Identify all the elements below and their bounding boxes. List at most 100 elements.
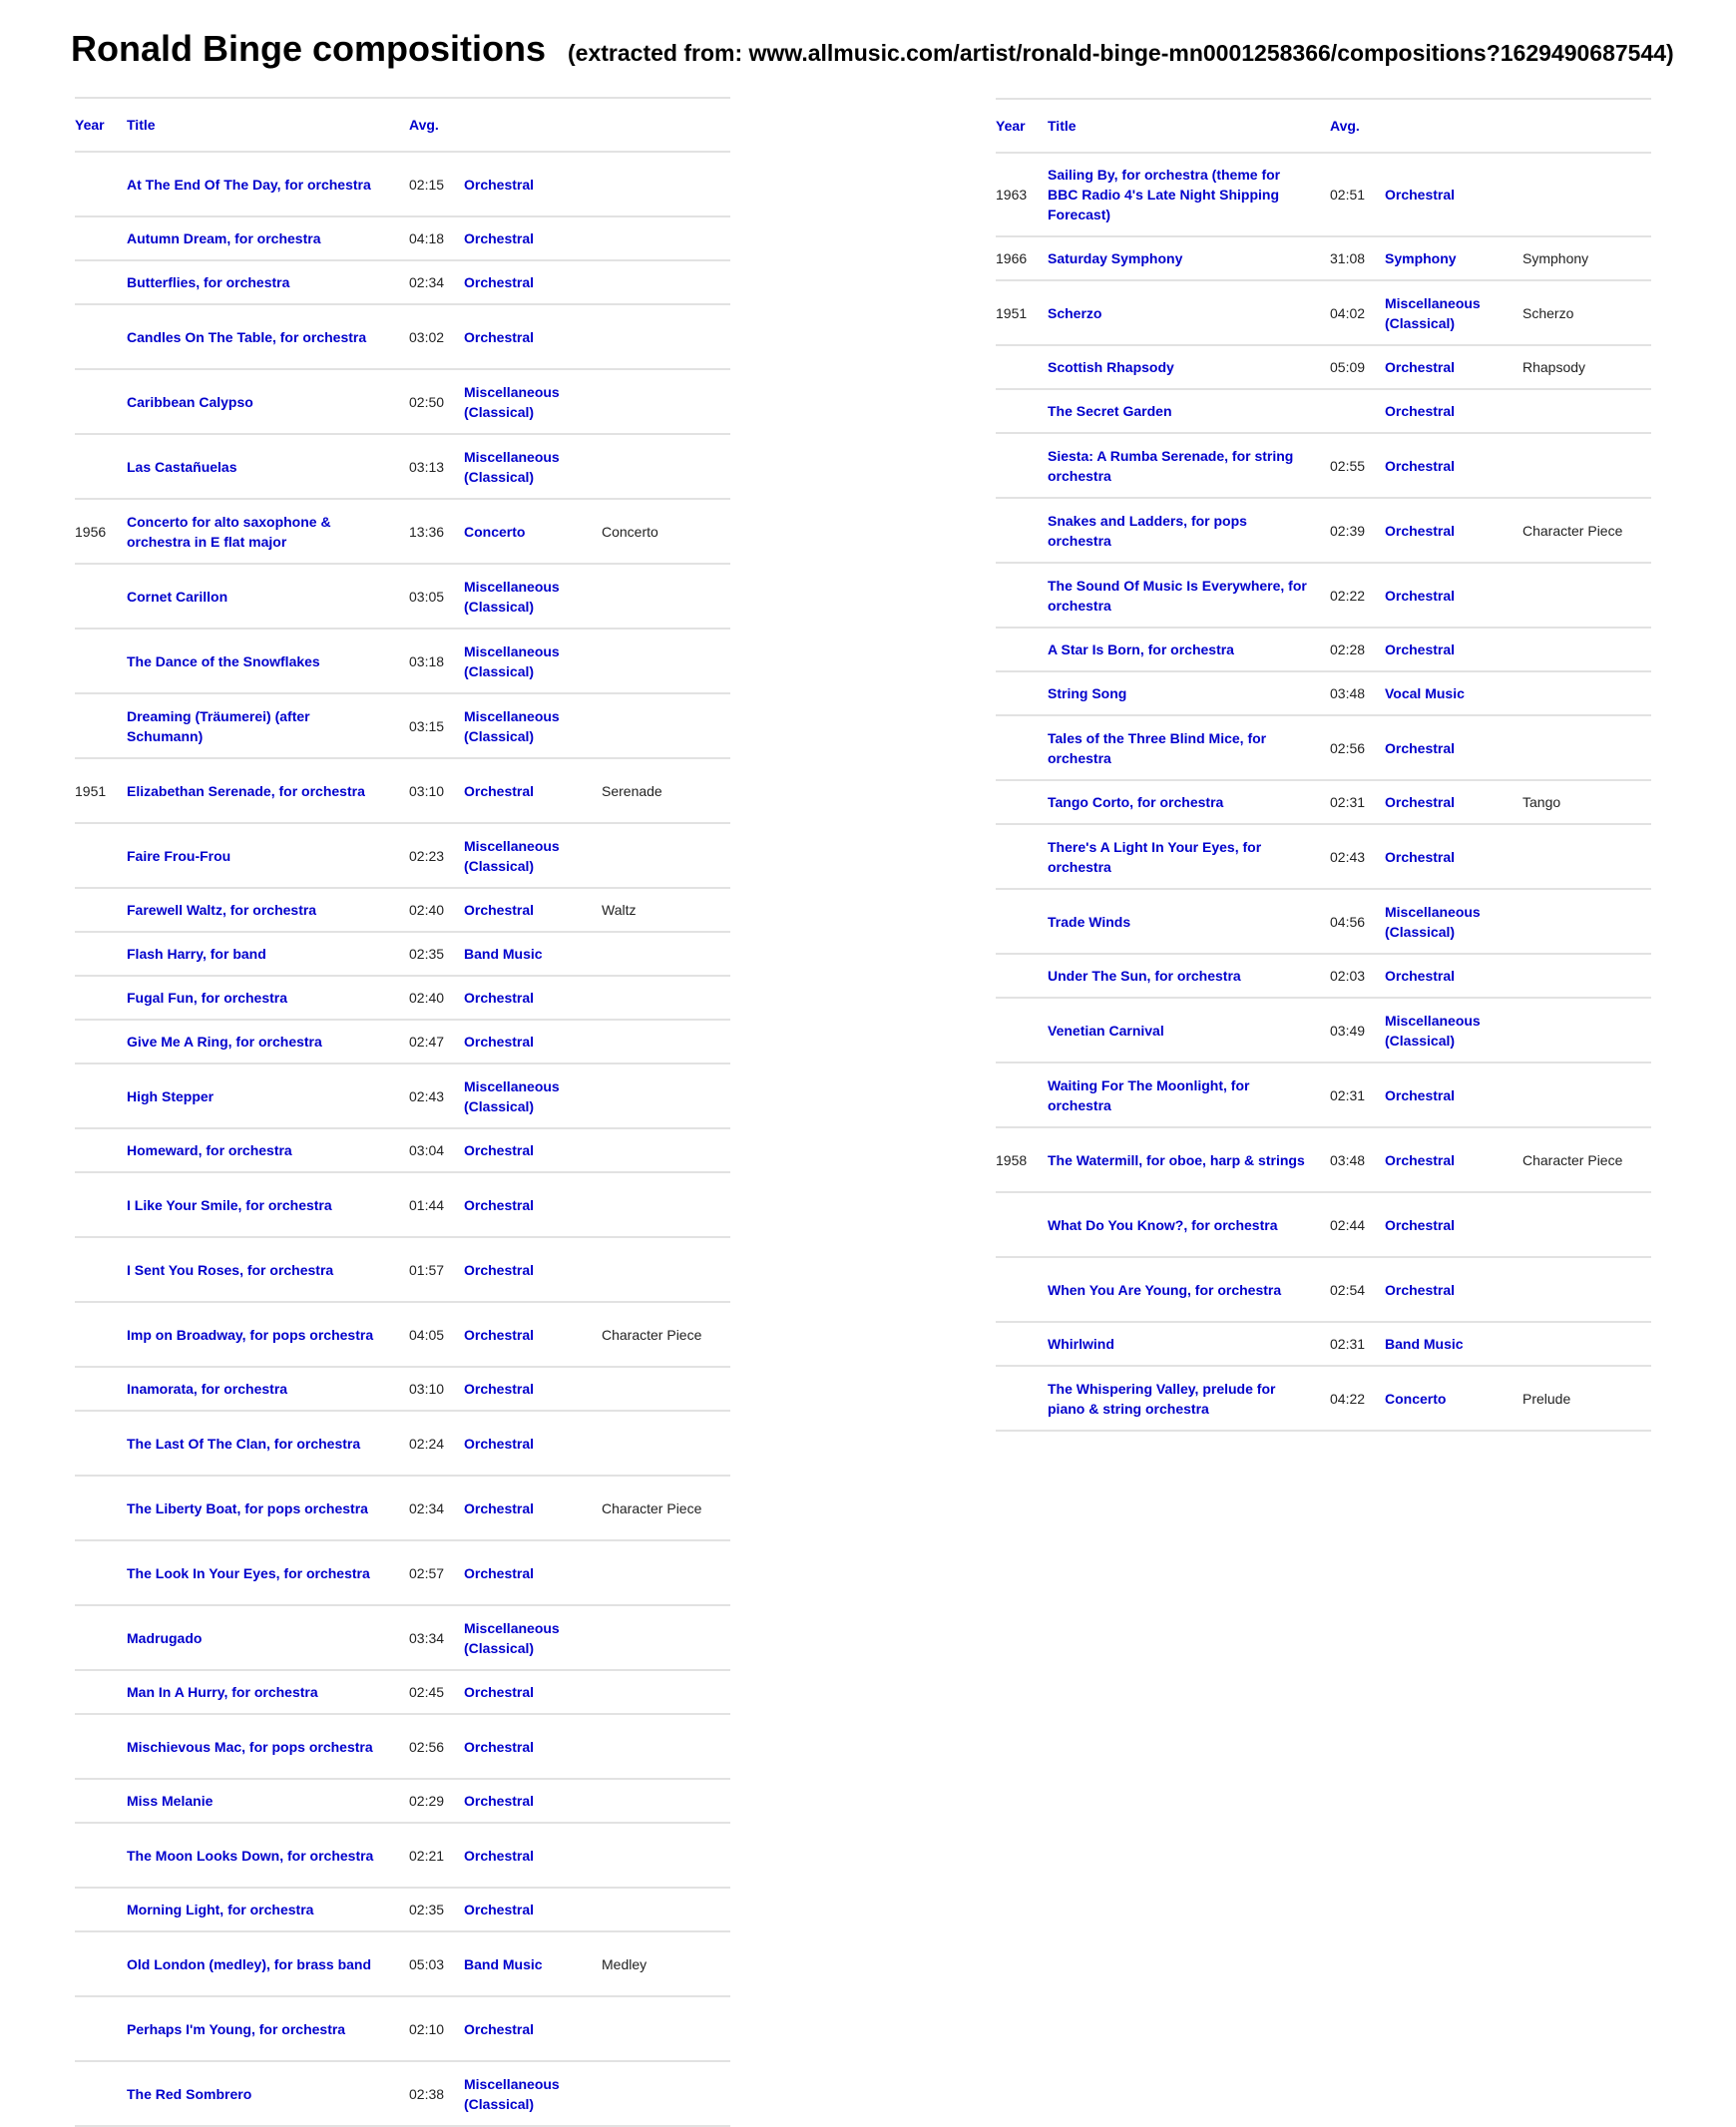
- composition-title-link[interactable]: Morning Light, for orchestra: [127, 1902, 313, 1917]
- composition-title-link[interactable]: Farewell Waltz, for orchestra: [127, 902, 316, 918]
- genre-link[interactable]: Miscellaneous (Classical): [464, 708, 560, 744]
- composition-title-link[interactable]: The Liberty Boat, for pops orchestra: [127, 1500, 368, 1516]
- genre-link[interactable]: Concerto: [1385, 1391, 1446, 1407]
- genre-link[interactable]: Vocal Music: [1385, 685, 1465, 701]
- genre-link[interactable]: Orchestral: [1385, 523, 1455, 539]
- sort-avg-link[interactable]: Avg.: [409, 117, 439, 133]
- genre-link[interactable]: Orchestral: [1385, 794, 1455, 810]
- composition-title-link[interactable]: Las Castañuelas: [127, 459, 237, 475]
- genre-link[interactable]: Orchestral: [1385, 1152, 1455, 1168]
- composition-title-link[interactable]: Sailing By, for orchestra (theme for BBC…: [1048, 167, 1280, 222]
- composition-title-link[interactable]: The Moon Looks Down, for orchestra: [127, 1848, 373, 1864]
- composition-title-link[interactable]: Man In A Hurry, for orchestra: [127, 1684, 318, 1700]
- genre-link[interactable]: Symphony: [1385, 250, 1457, 266]
- sort-year-link[interactable]: Year: [75, 117, 105, 133]
- genre-link[interactable]: Orchestral: [1385, 1087, 1455, 1103]
- composition-title-link[interactable]: Old London (medley), for brass band: [127, 1956, 371, 1972]
- genre-link[interactable]: Orchestral: [464, 783, 534, 799]
- genre-link[interactable]: Orchestral: [1385, 740, 1455, 756]
- composition-title-link[interactable]: The Whispering Valley, prelude for piano…: [1048, 1381, 1275, 1417]
- composition-title-link[interactable]: Under The Sun, for orchestra: [1048, 968, 1241, 984]
- composition-title-link[interactable]: High Stepper: [127, 1088, 214, 1104]
- composition-title-link[interactable]: Madrugado: [127, 1630, 202, 1646]
- genre-link[interactable]: Orchestral: [1385, 458, 1455, 474]
- composition-title-link[interactable]: Dreaming (Träumerei) (after Schumann): [127, 708, 310, 744]
- genre-link[interactable]: Miscellaneous (Classical): [1385, 904, 1481, 940]
- composition-title-link[interactable]: The Sound Of Music Is Everywhere, for or…: [1048, 578, 1307, 614]
- composition-title-link[interactable]: Saturday Symphony: [1048, 250, 1182, 266]
- composition-title-link[interactable]: The Last Of The Clan, for orchestra: [127, 1436, 360, 1452]
- column-header-title[interactable]: Title: [1048, 99, 1330, 153]
- genre-link[interactable]: Orchestral: [464, 1262, 534, 1278]
- genre-link[interactable]: Orchestral: [464, 1436, 534, 1452]
- genre-link[interactable]: Miscellaneous (Classical): [1385, 295, 1481, 331]
- genre-link[interactable]: Orchestral: [464, 274, 534, 290]
- composition-title-link[interactable]: Tango Corto, for orchestra: [1048, 794, 1223, 810]
- genre-link[interactable]: Orchestral: [1385, 588, 1455, 604]
- composition-title-link[interactable]: I Like Your Smile, for orchestra: [127, 1197, 332, 1213]
- composition-title-link[interactable]: There's A Light In Your Eyes, for orches…: [1048, 839, 1261, 875]
- genre-link[interactable]: Orchestral: [464, 2021, 534, 2037]
- composition-title-link[interactable]: Scottish Rhapsody: [1048, 359, 1174, 375]
- composition-title-link[interactable]: Elizabethan Serenade, for orchestra: [127, 783, 365, 799]
- column-header-year[interactable]: Year: [75, 98, 127, 152]
- genre-link[interactable]: Orchestral: [464, 1197, 534, 1213]
- genre-link[interactable]: Band Music: [464, 1956, 543, 1972]
- column-header-year[interactable]: Year: [996, 99, 1048, 153]
- genre-link[interactable]: Miscellaneous (Classical): [464, 838, 560, 874]
- composition-title-link[interactable]: Inamorata, for orchestra: [127, 1381, 287, 1397]
- genre-link[interactable]: Orchestral: [464, 1902, 534, 1917]
- sort-title-link[interactable]: Title: [127, 117, 156, 133]
- composition-title-link[interactable]: String Song: [1048, 685, 1126, 701]
- genre-link[interactable]: Orchestral: [1385, 403, 1455, 419]
- genre-link[interactable]: Orchestral: [464, 177, 534, 193]
- genre-link[interactable]: Orchestral: [1385, 641, 1455, 657]
- composition-title-link[interactable]: Trade Winds: [1048, 914, 1130, 930]
- genre-link[interactable]: Orchestral: [464, 1034, 534, 1050]
- composition-title-link[interactable]: Perhaps I'm Young, for orchestra: [127, 2021, 345, 2037]
- sort-title-link[interactable]: Title: [1048, 118, 1077, 134]
- genre-link[interactable]: Miscellaneous (Classical): [464, 2076, 560, 2112]
- genre-link[interactable]: Orchestral: [464, 1684, 534, 1700]
- composition-title-link[interactable]: Scherzo: [1048, 305, 1101, 321]
- genre-link[interactable]: Orchestral: [464, 329, 534, 345]
- genre-link[interactable]: Orchestral: [1385, 968, 1455, 984]
- genre-link[interactable]: Orchestral: [464, 1327, 534, 1343]
- composition-title-link[interactable]: Faire Frou-Frou: [127, 848, 230, 864]
- genre-link[interactable]: Orchestral: [464, 1142, 534, 1158]
- genre-link[interactable]: Miscellaneous (Classical): [464, 449, 560, 485]
- sort-avg-link[interactable]: Avg.: [1330, 118, 1360, 134]
- composition-title-link[interactable]: Concerto for alto saxophone & orchestra …: [127, 514, 331, 550]
- composition-title-link[interactable]: A Star Is Born, for orchestra: [1048, 641, 1234, 657]
- composition-title-link[interactable]: Butterflies, for orchestra: [127, 274, 289, 290]
- composition-title-link[interactable]: Give Me A Ring, for orchestra: [127, 1034, 322, 1050]
- genre-link[interactable]: Miscellaneous (Classical): [464, 1078, 560, 1114]
- composition-title-link[interactable]: At The End Of The Day, for orchestra: [127, 177, 371, 193]
- genre-link[interactable]: Orchestral: [1385, 1217, 1455, 1233]
- composition-title-link[interactable]: Snakes and Ladders, for pops orchestra: [1048, 513, 1247, 549]
- genre-link[interactable]: Orchestral: [1385, 187, 1455, 203]
- genre-link[interactable]: Miscellaneous (Classical): [464, 643, 560, 679]
- composition-title-link[interactable]: Tales of the Three Blind Mice, for orche…: [1048, 730, 1266, 766]
- genre-link[interactable]: Orchestral: [1385, 359, 1455, 375]
- genre-link[interactable]: Orchestral: [464, 990, 534, 1006]
- composition-title-link[interactable]: Mischievous Mac, for pops orchestra: [127, 1739, 373, 1755]
- genre-link[interactable]: Orchestral: [1385, 1282, 1455, 1298]
- genre-link[interactable]: Miscellaneous (Classical): [464, 579, 560, 615]
- composition-title-link[interactable]: The Secret Garden: [1048, 403, 1172, 419]
- composition-title-link[interactable]: Miss Melanie: [127, 1793, 213, 1809]
- composition-title-link[interactable]: Homeward, for orchestra: [127, 1142, 292, 1158]
- composition-title-link[interactable]: Candles On The Table, for orchestra: [127, 329, 366, 345]
- genre-link[interactable]: Miscellaneous (Classical): [464, 384, 560, 420]
- genre-link[interactable]: Orchestral: [464, 1793, 534, 1809]
- column-header-title[interactable]: Title: [127, 98, 409, 152]
- genre-link[interactable]: Orchestral: [464, 1848, 534, 1864]
- genre-link[interactable]: Orchestral: [464, 230, 534, 246]
- genre-link[interactable]: Orchestral: [464, 902, 534, 918]
- genre-link[interactable]: Miscellaneous (Classical): [1385, 1013, 1481, 1049]
- composition-title-link[interactable]: Caribbean Calypso: [127, 394, 253, 410]
- composition-title-link[interactable]: Cornet Carillon: [127, 589, 227, 605]
- composition-title-link[interactable]: Waiting For The Moonlight, for orchestra: [1048, 1077, 1249, 1113]
- composition-title-link[interactable]: The Red Sombrero: [127, 2086, 251, 2102]
- composition-title-link[interactable]: Imp on Broadway, for pops orchestra: [127, 1327, 373, 1343]
